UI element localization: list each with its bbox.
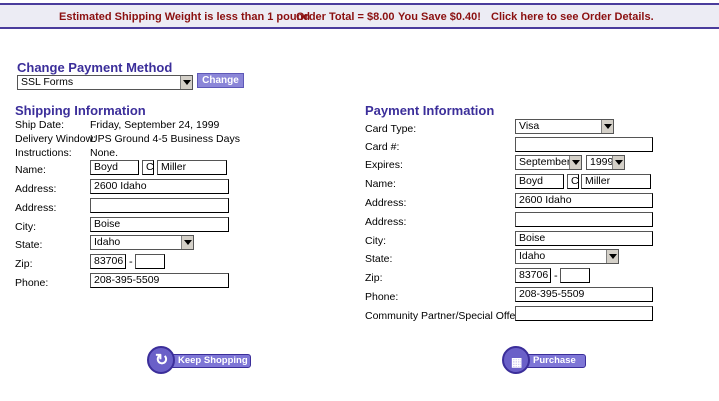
card-type-value: Visa bbox=[519, 120, 540, 132]
chevron-down-icon bbox=[180, 76, 192, 89]
shipping-info-title: Shipping Information bbox=[15, 103, 146, 118]
ship-date-label: Ship Date: bbox=[15, 119, 65, 131]
pay-middle-initial-field[interactable]: C bbox=[567, 174, 579, 189]
card-type-label: Card Type: bbox=[365, 123, 417, 135]
ship-address2-label: Address: bbox=[15, 202, 57, 214]
card-number-field[interactable] bbox=[515, 137, 653, 152]
pay-zip-field[interactable]: 83706 bbox=[515, 268, 551, 283]
change-button[interactable]: Change bbox=[197, 73, 244, 88]
ship-middle-initial-field[interactable]: C bbox=[142, 160, 154, 175]
order-total-text: Order Total = $8.00 bbox=[296, 11, 395, 23]
ship-name-label: Name: bbox=[15, 164, 46, 176]
refresh-arrow-icon: ↻ bbox=[147, 346, 175, 374]
partner-offers-field[interactable] bbox=[515, 306, 653, 321]
ship-state-select[interactable]: Idaho bbox=[90, 235, 194, 250]
card-number-label: Card #: bbox=[365, 141, 400, 153]
payment-method-value: SSL Forms bbox=[21, 76, 74, 88]
order-details-link[interactable]: Click here to see Order Details. bbox=[491, 11, 654, 23]
cash-register-icon: ▦ bbox=[502, 346, 530, 374]
zip-separator: - bbox=[554, 270, 558, 282]
pay-state-label: State: bbox=[365, 253, 393, 265]
delivery-window-label: Delivery Window: bbox=[15, 133, 97, 145]
expires-label: Expires: bbox=[365, 159, 403, 171]
pay-city-field[interactable]: Boise bbox=[515, 231, 653, 246]
keep-shopping-label: Keep Shopping bbox=[165, 354, 251, 368]
ship-address2-field[interactable] bbox=[90, 198, 229, 213]
expires-month-select[interactable]: September bbox=[515, 155, 582, 170]
ship-state-value: Idaho bbox=[94, 236, 121, 248]
ship-address1-field[interactable]: 2600 Idaho bbox=[90, 179, 229, 194]
pay-address2-label: Address: bbox=[365, 216, 407, 228]
order-summary-banner: Estimated Shipping Weight is less than 1… bbox=[0, 3, 719, 29]
shipping-weight-text: Estimated Shipping Weight is less than 1… bbox=[59, 11, 310, 23]
instructions-label: Instructions: bbox=[15, 147, 72, 159]
chevron-down-icon bbox=[612, 156, 624, 169]
pay-phone-field[interactable]: 208-395-5509 bbox=[515, 287, 653, 302]
pay-state-value: Idaho bbox=[519, 250, 546, 262]
ship-last-name-field[interactable]: Miller bbox=[157, 160, 227, 175]
ship-zip-field[interactable]: 83706 bbox=[90, 254, 126, 269]
pay-first-name-field[interactable]: Boyd bbox=[515, 174, 564, 189]
zip-separator: - bbox=[129, 256, 133, 268]
payment-method-select[interactable]: SSL Forms bbox=[17, 75, 193, 90]
partner-offers-label: Community Partner/Special Offers: bbox=[365, 310, 528, 322]
chevron-down-icon bbox=[569, 156, 581, 169]
ship-phone-field[interactable]: 208-395-5509 bbox=[90, 273, 229, 288]
keep-shopping-button[interactable]: Keep Shopping ↻ bbox=[147, 346, 251, 376]
ship-address-label: Address: bbox=[15, 183, 57, 195]
instructions-value: None. bbox=[90, 147, 119, 159]
ship-first-name-field[interactable]: Boyd bbox=[90, 160, 139, 175]
ship-zip-ext-field[interactable] bbox=[135, 254, 165, 269]
pay-zip-label: Zip: bbox=[365, 272, 383, 284]
pay-phone-label: Phone: bbox=[365, 291, 399, 303]
expires-year-value: 1999 bbox=[590, 156, 614, 168]
ship-city-label: City: bbox=[15, 221, 36, 233]
ship-city-field[interactable]: Boise bbox=[90, 217, 229, 232]
expires-month-value: September bbox=[519, 156, 571, 168]
chevron-down-icon bbox=[606, 250, 618, 263]
ship-state-label: State: bbox=[15, 239, 43, 251]
ship-date-value: Friday, September 24, 1999 bbox=[90, 119, 220, 131]
payment-info-title: Payment Information bbox=[365, 103, 495, 118]
change-payment-title: Change Payment Method bbox=[17, 60, 173, 75]
ship-phone-label: Phone: bbox=[15, 277, 49, 289]
savings-text: You Save $0.40! bbox=[398, 11, 481, 23]
expires-year-select[interactable]: 1999 bbox=[586, 155, 625, 170]
ship-zip-label: Zip: bbox=[15, 258, 33, 270]
pay-state-select[interactable]: Idaho bbox=[515, 249, 619, 264]
pay-last-name-field[interactable]: Miller bbox=[581, 174, 651, 189]
pay-city-label: City: bbox=[365, 235, 386, 247]
card-type-select[interactable]: Visa bbox=[515, 119, 614, 134]
pay-zip-ext-field[interactable] bbox=[560, 268, 590, 283]
pay-name-label: Name: bbox=[365, 178, 396, 190]
pay-address1-field[interactable]: 2600 Idaho bbox=[515, 193, 653, 208]
pay-address2-field[interactable] bbox=[515, 212, 653, 227]
pay-address-label: Address: bbox=[365, 197, 407, 209]
chevron-down-icon bbox=[181, 236, 193, 249]
purchase-button[interactable]: Purchase ▦ bbox=[502, 346, 586, 376]
chevron-down-icon bbox=[601, 120, 613, 133]
delivery-window-value: UPS Ground 4-5 Business Days bbox=[90, 133, 240, 145]
